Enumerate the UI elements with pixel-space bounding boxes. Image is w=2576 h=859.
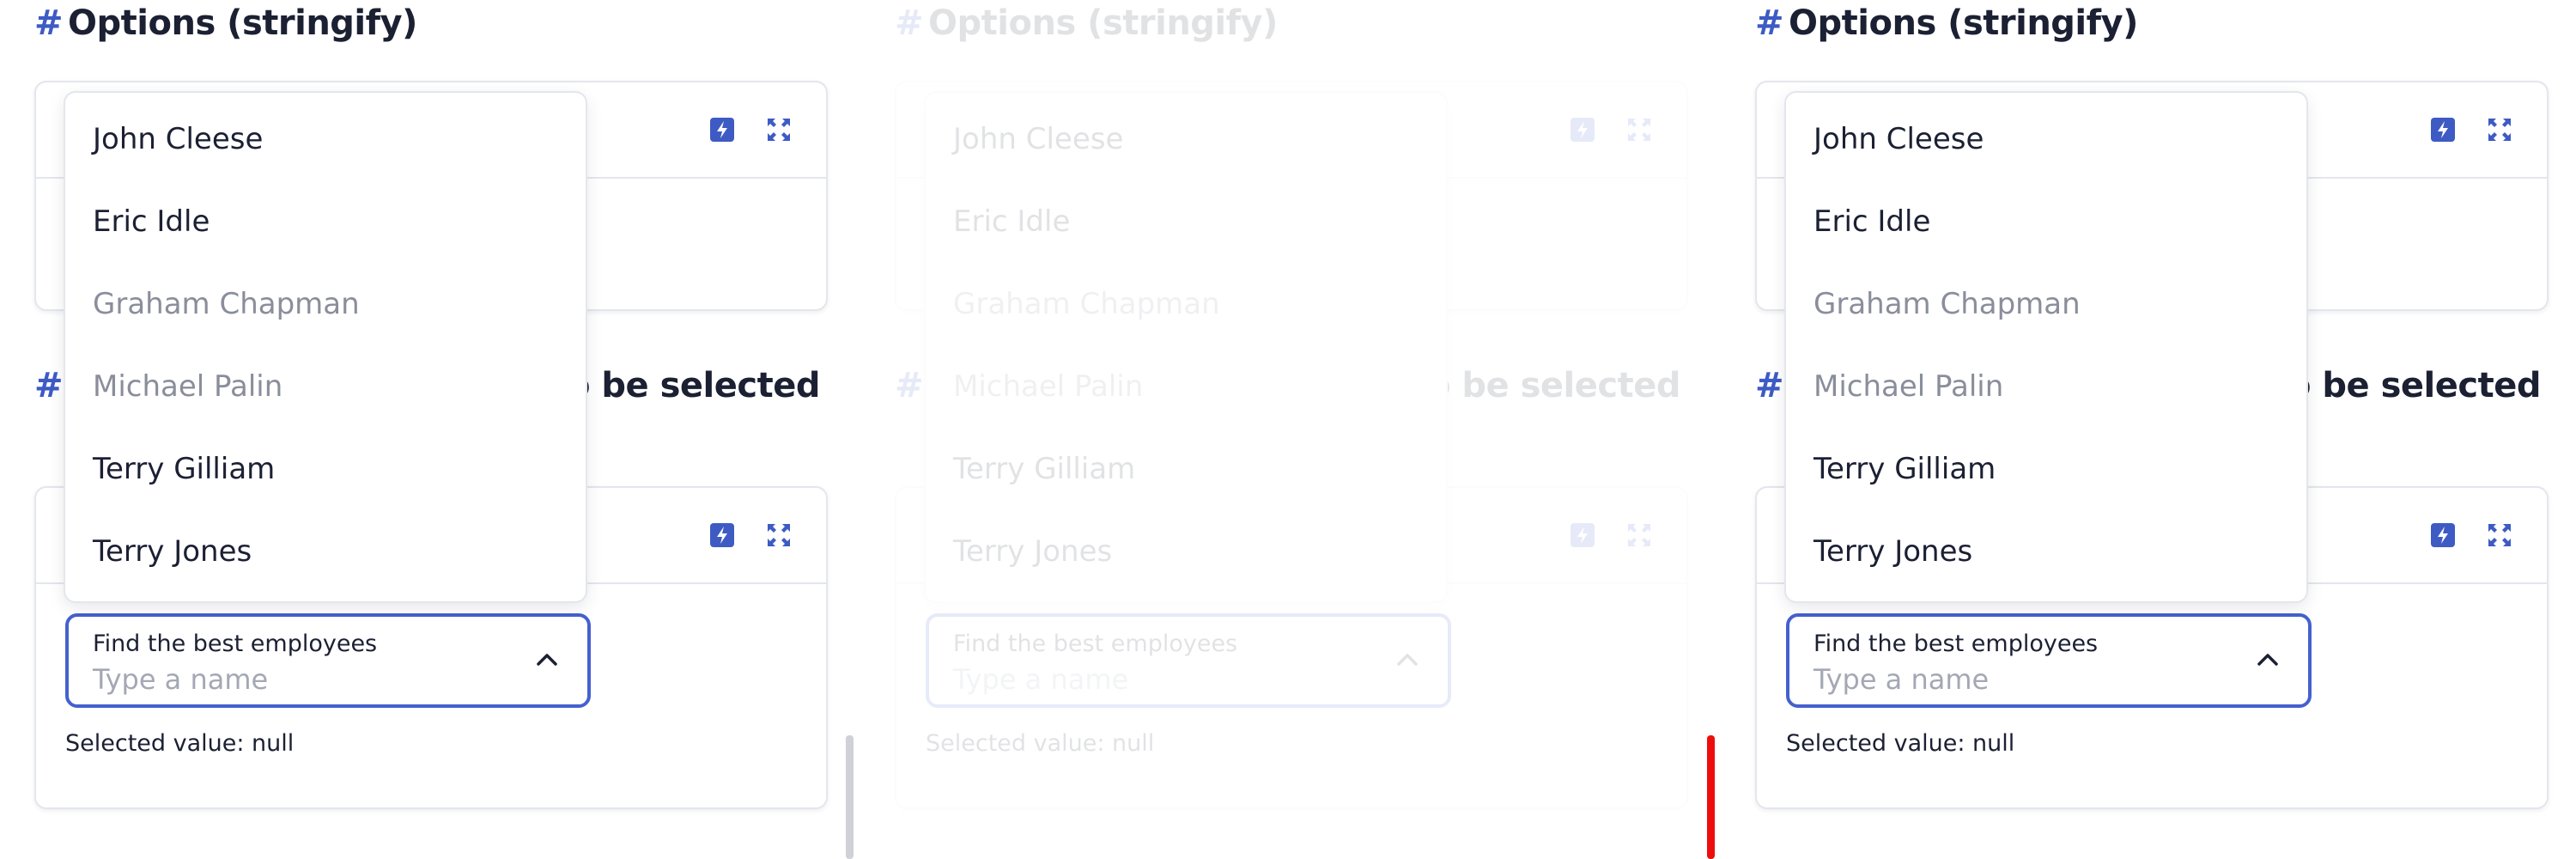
anchor-hash[interactable]: # <box>895 366 924 405</box>
field-label: Find the best employees <box>93 631 378 657</box>
employee-autocomplete-input[interactable]: Find the best employees Type a name <box>1786 613 2312 708</box>
section-title-text: Options (stringify) <box>1789 3 2138 43</box>
section-title-text: Options (stringify) <box>928 3 1278 43</box>
selected-value-text: Selected value: null <box>926 730 1155 757</box>
field-label: Find the best employees <box>953 631 1238 657</box>
option-eric-idle[interactable]: Eric Idle <box>93 204 210 239</box>
expand-icon[interactable] <box>2485 115 2514 144</box>
flash-icon[interactable] <box>2428 115 2458 144</box>
field-placeholder: Type a name <box>953 663 1129 696</box>
anchor-hash[interactable]: # <box>34 3 64 43</box>
option-michael-palin: Michael Palin <box>93 369 283 404</box>
option-eric-idle[interactable]: Eric Idle <box>953 204 1070 239</box>
anchor-hash[interactable]: # <box>34 366 64 405</box>
option-graham-chapman: Graham Chapman <box>953 287 1220 321</box>
option-graham-chapman: Graham Chapman <box>93 287 360 321</box>
option-eric-idle[interactable]: Eric Idle <box>1814 204 1930 239</box>
expand-icon[interactable] <box>1625 115 1654 144</box>
expand-icon[interactable] <box>2485 521 2514 550</box>
anchor-hash[interactable]: # <box>1755 366 1784 405</box>
option-terry-gilliam[interactable]: Terry Gilliam <box>93 452 275 486</box>
option-john-cleese[interactable]: John Cleese <box>93 122 263 156</box>
section-title-stringify: # Options (stringify) <box>895 3 1278 43</box>
scrollbar[interactable] <box>846 735 854 859</box>
options-dropdown: John Cleese Eric Idle Graham Chapman Mic… <box>1784 91 2308 603</box>
employee-autocomplete-input[interactable]: Find the best employees Type a name <box>926 613 1451 708</box>
option-john-cleese[interactable]: John Cleese <box>953 122 1123 156</box>
flash-icon[interactable] <box>1568 521 1597 550</box>
chevron-up-icon[interactable] <box>536 651 558 668</box>
option-terry-jones[interactable]: Terry Jones <box>953 534 1112 569</box>
expand-icon[interactable] <box>1625 521 1654 550</box>
chevron-up-icon[interactable] <box>2257 651 2279 668</box>
section-title-selected-text: o be selected <box>1427 366 1680 405</box>
expand-icon[interactable] <box>764 115 793 144</box>
panel-3: # Options (stringify) # o be selected Fi… <box>1721 0 2576 859</box>
panel-2: # Options (stringify) # o be selected Fi… <box>860 0 1721 859</box>
section-title-selected-text: o be selected <box>567 366 820 405</box>
employee-autocomplete-input[interactable]: Find the best employees Type a name <box>65 613 591 708</box>
expand-icon[interactable] <box>764 521 793 550</box>
panel-1: # Options (stringify) # o be selected Fi… <box>0 0 860 859</box>
anchor-hash[interactable]: # <box>1755 3 1784 43</box>
section-title-text: Options (stringify) <box>68 3 417 43</box>
option-michael-palin: Michael Palin <box>1814 369 2004 404</box>
anchor-hash[interactable]: # <box>895 3 924 43</box>
flash-icon[interactable] <box>2428 521 2458 550</box>
field-placeholder: Type a name <box>93 663 269 696</box>
selected-value-text: Selected value: null <box>1786 730 2015 757</box>
flash-icon[interactable] <box>708 521 737 550</box>
option-terry-gilliam[interactable]: Terry Gilliam <box>1814 452 1996 486</box>
field-label: Find the best employees <box>1814 631 2099 657</box>
options-dropdown: John Cleese Eric Idle Graham Chapman Mic… <box>924 91 1448 603</box>
flash-icon[interactable] <box>1568 115 1597 144</box>
option-john-cleese[interactable]: John Cleese <box>1814 122 1984 156</box>
selected-value-text: Selected value: null <box>65 730 295 757</box>
section-title-selected-text: o be selected <box>2287 366 2541 405</box>
scrollbar-highlight[interactable] <box>1707 735 1715 859</box>
chevron-up-icon[interactable] <box>1396 651 1419 668</box>
section-title-stringify: # Options (stringify) <box>1755 3 2138 43</box>
option-graham-chapman: Graham Chapman <box>1814 287 2081 321</box>
section-title-stringify: # Options (stringify) <box>34 3 417 43</box>
option-michael-palin: Michael Palin <box>953 369 1144 404</box>
option-terry-gilliam[interactable]: Terry Gilliam <box>953 452 1135 486</box>
options-dropdown: John Cleese Eric Idle Graham Chapman Mic… <box>64 91 587 603</box>
flash-icon[interactable] <box>708 115 737 144</box>
option-terry-jones[interactable]: Terry Jones <box>93 534 252 569</box>
field-placeholder: Type a name <box>1814 663 1990 696</box>
option-terry-jones[interactable]: Terry Jones <box>1814 534 1972 569</box>
